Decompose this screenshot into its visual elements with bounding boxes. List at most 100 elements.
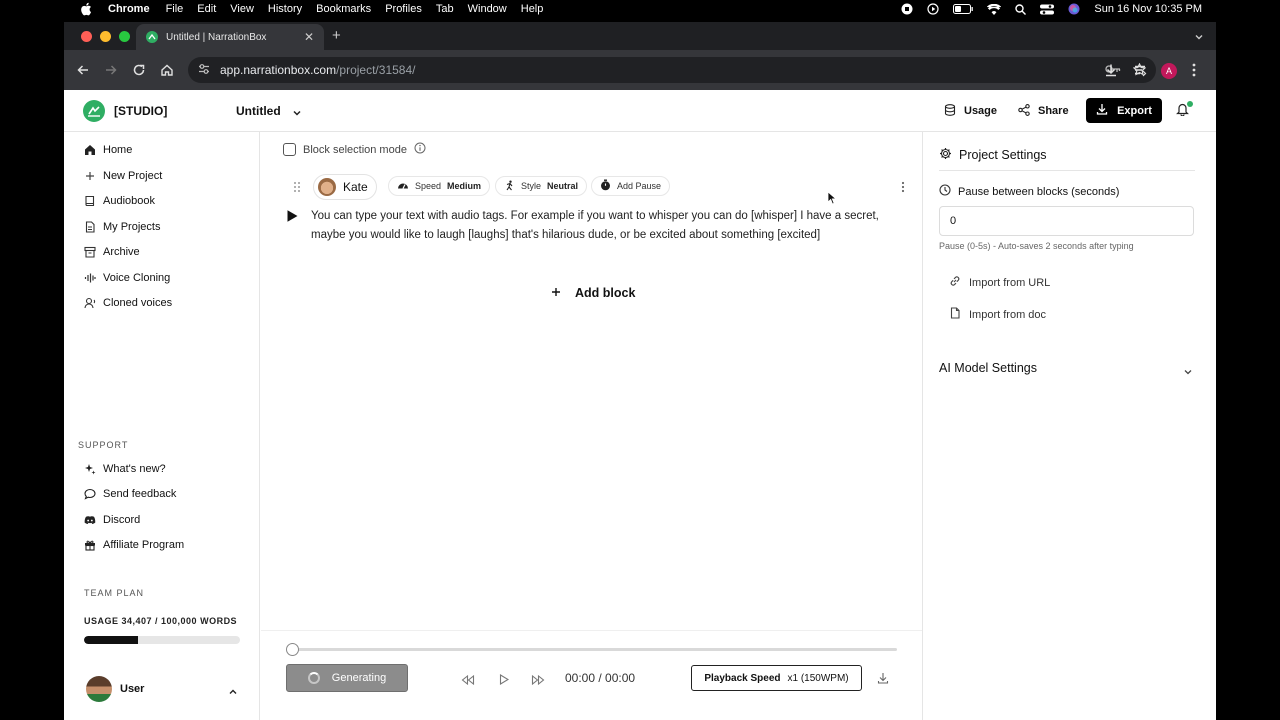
project-dropdown-chevron-icon[interactable] [292, 105, 302, 123]
reload-icon[interactable] [132, 63, 146, 82]
sidebar-item-new-project[interactable]: New Project [84, 167, 162, 185]
project-settings-panel: Project Settings Pause between blocks (s… [922, 132, 1216, 720]
sidebar-item-audiobook[interactable]: Audiobook [84, 192, 155, 210]
address-bar[interactable]: app.narrationbox.com/project/31584/ [188, 57, 1156, 83]
settings-divider [939, 170, 1195, 171]
menubar-datetime[interactable]: Sun 16 Nov 10:35 PM [1094, 3, 1202, 15]
siri-icon[interactable] [1068, 3, 1080, 15]
spotlight-search-icon[interactable] [1015, 3, 1027, 15]
narrationbox-favicon-icon [146, 31, 158, 43]
playback-speed-button[interactable]: Playback Speed x1 (150WPM) [691, 665, 862, 691]
browser-tab-active[interactable]: Untitled | NarrationBox ✕ [136, 24, 324, 50]
voice-avatar [318, 178, 336, 196]
menu-history[interactable]: History [268, 3, 302, 15]
sidebar-item-my-projects[interactable]: My Projects [84, 218, 160, 236]
menu-help[interactable]: Help [521, 3, 544, 15]
block-selection-checkbox[interactable] [283, 143, 296, 156]
block-options-kebab-icon[interactable] [901, 180, 905, 198]
add-pause-button[interactable]: Add Pause [591, 176, 671, 196]
project-name[interactable]: Untitled [236, 104, 281, 118]
home-browser-icon[interactable] [160, 63, 174, 82]
block-selection-toggle[interactable]: Block selection mode [283, 142, 426, 157]
sidebar-item-label: Archive [103, 246, 140, 258]
chevron-down-icon[interactable] [1183, 364, 1193, 382]
usage-progress-fill [84, 636, 138, 644]
battery-icon[interactable] [953, 4, 974, 14]
share-button[interactable]: Share [1018, 100, 1069, 122]
import-from-doc-button[interactable]: Import from doc [949, 307, 1046, 322]
import-from-url-button[interactable]: Import from URL [949, 275, 1050, 290]
back-arrow-icon[interactable] [76, 63, 90, 82]
download-icon [1096, 103, 1108, 118]
sidebar-item-label: Discord [103, 514, 141, 526]
block-text-editor[interactable]: You can type your text with audio tags. … [311, 207, 903, 244]
voice-icon [84, 297, 96, 309]
menu-bookmarks[interactable]: Bookmarks [316, 3, 371, 15]
sidebar-item-affiliate-program[interactable]: Affiliate Program [84, 536, 184, 554]
waveform-icon [84, 272, 96, 284]
export-button[interactable]: Export [1086, 98, 1162, 123]
close-window-button[interactable] [81, 30, 92, 42]
playback-speed-label: Playback Speed [704, 672, 781, 684]
sidebar-item-label: New Project [103, 170, 163, 182]
sidebar-item-discord[interactable]: Discord [84, 511, 140, 529]
apple-logo-icon[interactable] [80, 2, 94, 16]
fast-forward-icon[interactable] [531, 672, 545, 690]
pause-seconds-input[interactable]: 0 [939, 206, 1194, 236]
team-plan-label: TEAM PLAN [84, 588, 145, 598]
tab-title: Untitled | NarrationBox [166, 31, 267, 43]
zoom-window-button[interactable] [119, 30, 130, 42]
sidebar-item-cloned-voices[interactable]: Cloned voices [84, 294, 172, 312]
menu-edit[interactable]: Edit [197, 3, 216, 15]
downloads-icon[interactable] [1104, 63, 1118, 82]
wifi-icon[interactable] [987, 3, 1002, 15]
playback-speed-value: x1 (150WPM) [787, 672, 849, 684]
menu-window[interactable]: Window [468, 3, 507, 15]
minimize-window-button[interactable] [100, 30, 111, 42]
play-block-icon[interactable] [285, 209, 299, 228]
ai-model-settings-toggle[interactable]: AI Model Settings [939, 361, 1037, 375]
voice-selector[interactable]: Kate [313, 174, 377, 200]
chrome-menu-icon[interactable] [1192, 63, 1196, 82]
add-block-button[interactable]: Add block [551, 286, 635, 300]
sidebar-item-send-feedback[interactable]: Send feedback [84, 485, 176, 503]
forward-arrow-icon[interactable] [104, 63, 118, 82]
sidebar-item-home[interactable]: Home [84, 141, 132, 159]
new-tab-icon[interactable]: + [332, 27, 341, 44]
menu-tab[interactable]: Tab [436, 3, 454, 15]
usage-button[interactable]: Usage [944, 100, 997, 122]
drag-handle-icon[interactable] [293, 180, 301, 198]
menu-view[interactable]: View [230, 3, 254, 15]
chevron-up-icon[interactable] [228, 684, 238, 702]
rewind-icon[interactable] [461, 672, 475, 690]
speed-selector[interactable]: Speed Medium [388, 176, 491, 196]
menu-file[interactable]: File [166, 3, 184, 15]
menu-app-name[interactable]: Chrome [108, 3, 150, 15]
progress-scrubber-handle[interactable] [286, 643, 299, 656]
speed-value: Medium [447, 181, 482, 191]
site-settings-icon[interactable] [198, 63, 210, 78]
record-icon[interactable] [901, 3, 913, 15]
brand-label[interactable]: [STUDIO] [114, 104, 167, 118]
url-path: /project/31584/ [336, 63, 416, 77]
sidebar-item-archive[interactable]: Archive [84, 243, 140, 261]
studio-logo-icon[interactable] [83, 100, 105, 122]
play-circle-icon[interactable] [927, 3, 939, 15]
tab-search-chevron-icon[interactable] [1194, 29, 1204, 47]
play-icon[interactable] [499, 672, 510, 690]
user-menu[interactable]: User [86, 676, 242, 702]
progress-track[interactable] [293, 648, 897, 651]
download-audio-icon[interactable] [877, 671, 889, 689]
sidebar-item-whats-new[interactable]: What's new? [84, 460, 166, 478]
style-selector[interactable]: Style Neutral [495, 176, 588, 196]
reading-list-icon[interactable] [1133, 63, 1147, 82]
audio-player: Generating 00:00 / 00:00 Playback Speed … [261, 630, 922, 720]
import-doc-label: Import from doc [969, 308, 1047, 321]
close-tab-icon[interactable]: ✕ [304, 30, 314, 44]
profile-avatar[interactable]: A [1161, 63, 1177, 79]
control-center-icon[interactable] [1040, 4, 1055, 15]
generating-button[interactable]: Generating [286, 664, 408, 692]
sidebar-item-voice-cloning[interactable]: Voice Cloning [84, 269, 170, 287]
menu-profiles[interactable]: Profiles [385, 3, 422, 15]
info-icon[interactable] [414, 142, 426, 157]
